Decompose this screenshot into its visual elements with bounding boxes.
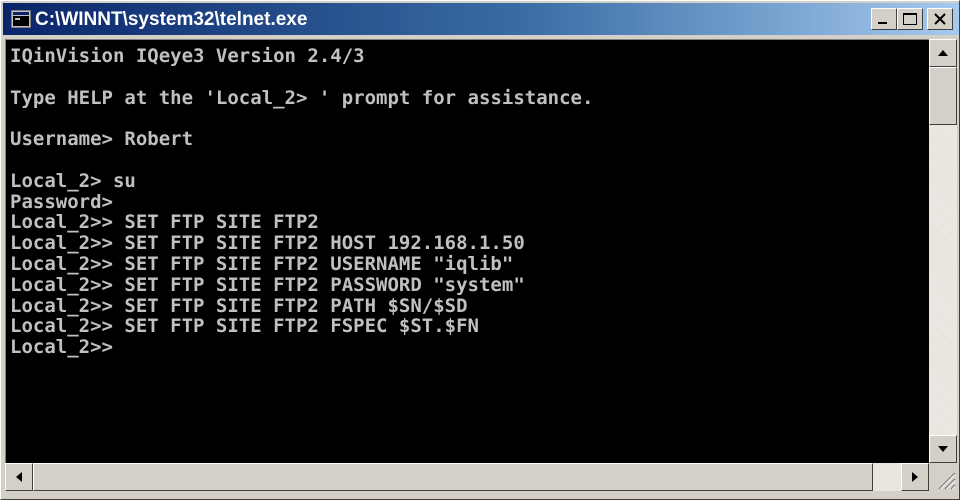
console-line: Local_2> su <box>10 169 136 192</box>
console-line: Local_2>> SET FTP SITE FTP2 USERNAME "iq… <box>10 252 514 275</box>
window-title: C:\WINNT\system32\telnet.exe <box>35 9 308 30</box>
console-line: Local_2>> <box>10 336 113 359</box>
console-line: IQinVision IQeye3 Version 2.4/3 <box>10 45 365 67</box>
console-line: Password> <box>10 190 113 213</box>
maximize-button[interactable] <box>897 8 923 30</box>
maximize-icon <box>903 13 917 25</box>
vertical-scroll-thumb[interactable] <box>929 67 957 125</box>
title-bar[interactable]: C:\WINNT\system32\telnet.exe <box>3 3 959 35</box>
console-line: Local_2>> SET FTP SITE FTP2 PATH $SN/$SD <box>10 294 468 317</box>
arrow-left-icon <box>16 472 22 482</box>
resize-grip[interactable] <box>929 463 957 491</box>
console-line: Local_2>> SET FTP SITE FTP2 <box>10 211 319 234</box>
close-icon <box>934 13 946 25</box>
console-line: Local_2>> SET FTP SITE FTP2 PASSWORD "sy… <box>10 273 525 296</box>
arrow-down-icon <box>938 446 948 452</box>
scroll-down-button[interactable] <box>929 435 957 463</box>
scroll-up-button[interactable] <box>929 39 957 67</box>
minimize-icon <box>878 22 887 24</box>
arrow-right-icon <box>912 472 918 482</box>
console-window-icon <box>11 10 31 28</box>
console-text: IQinVision IQeye3 Version 2.4/3 Type HELP… <box>6 40 930 364</box>
console-line: Type HELP at the 'Local_2> ' prompt for … <box>10 86 594 109</box>
console-line: Username> Robert <box>10 128 194 151</box>
console-line: Local_2>> SET FTP SITE FTP2 HOST 192.168… <box>10 232 525 255</box>
horizontal-scrollbar[interactable] <box>5 463 929 491</box>
close-button[interactable] <box>927 8 953 30</box>
minimize-button[interactable] <box>871 8 897 30</box>
horizontal-scroll-thumb[interactable] <box>33 463 873 491</box>
scroll-right-button[interactable] <box>901 463 929 491</box>
console-line: Local_2>> SET FTP SITE FTP2 FSPEC $ST.$F… <box>10 315 479 338</box>
arrow-up-icon <box>938 50 948 56</box>
resize-grip-icon <box>938 472 956 490</box>
telnet-window: C:\WINNT\system32\telnet.exe IQinVision … <box>0 0 960 500</box>
vertical-scrollbar[interactable] <box>929 39 957 463</box>
scroll-left-button[interactable] <box>5 463 33 491</box>
console-output[interactable]: IQinVision IQeye3 Version 2.4/3 Type HELP… <box>5 39 930 464</box>
